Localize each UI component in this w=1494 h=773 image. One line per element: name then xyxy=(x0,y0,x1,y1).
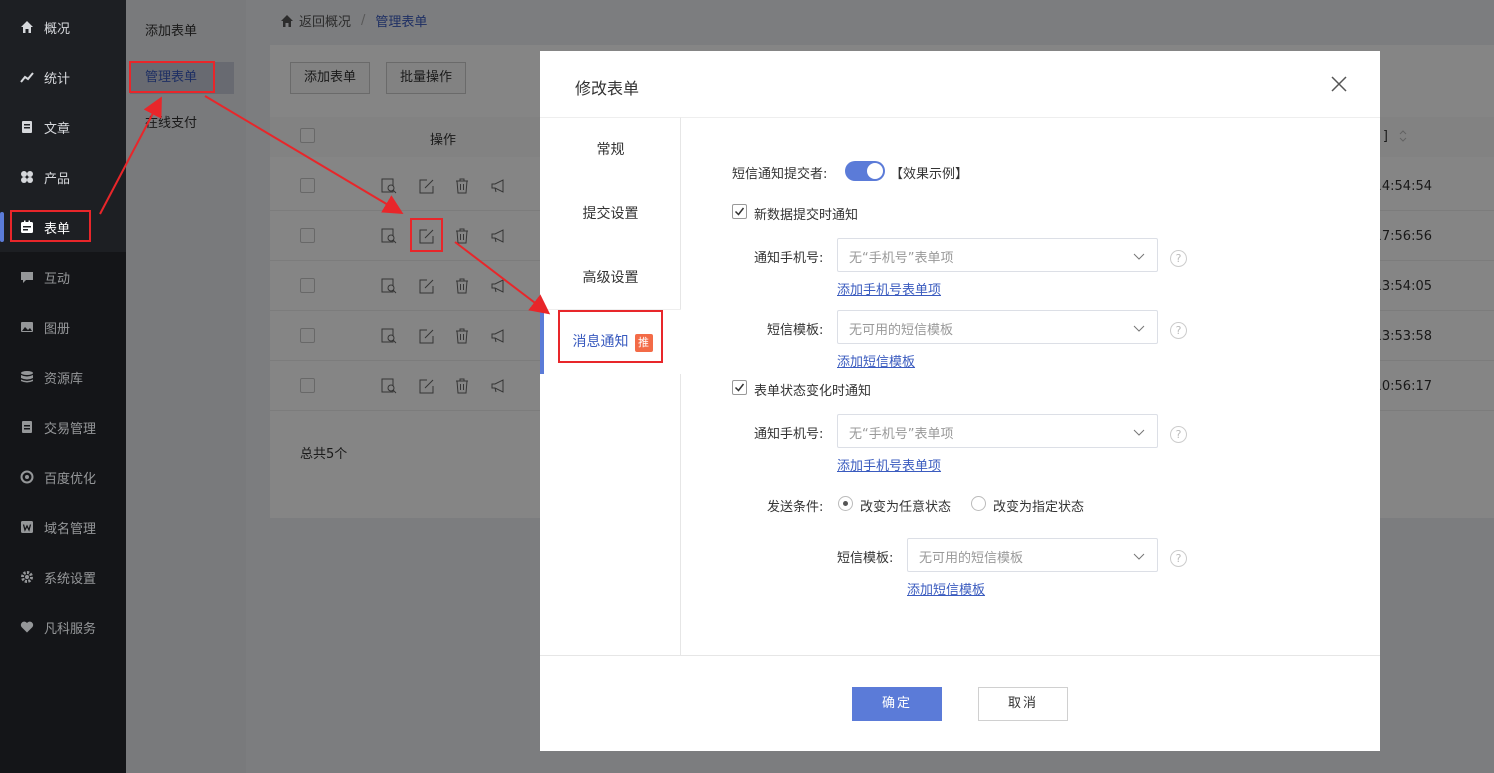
modal-overlay-side[interactable] xyxy=(0,252,126,773)
sidebar-item-label: 文章 xyxy=(44,121,71,137)
tab-submit-settings[interactable]: 提交设置 xyxy=(540,182,681,246)
home-icon xyxy=(20,20,34,34)
radio-specific-status-label[interactable]: 改变为指定状态 xyxy=(993,496,1084,515)
article-icon xyxy=(20,120,34,134)
add-phone-field-link[interactable]: 添加手机号表单项 xyxy=(837,279,941,298)
sms-notify-toggle[interactable] xyxy=(845,161,885,181)
radio-any-status[interactable] xyxy=(838,496,853,511)
sidebar-item-product[interactable]: 产品 xyxy=(0,152,126,202)
add-sms-template-link[interactable]: 添加短信模板 xyxy=(837,351,915,370)
help-icon[interactable]: ? xyxy=(1170,250,1187,267)
phone-select[interactable]: 无“手机号”表单项 xyxy=(837,238,1158,272)
sidebar-item-stats[interactable]: 统计 xyxy=(0,52,126,102)
sidebar-item-label: 统计 xyxy=(44,71,71,87)
phone-label: 通知手机号: xyxy=(754,427,824,442)
send-condition-label: 发送条件: xyxy=(767,500,824,515)
radio-specific-status[interactable] xyxy=(971,496,986,511)
product-icon xyxy=(20,170,34,184)
sidebar-item-article[interactable]: 文章 xyxy=(0,102,126,152)
chevron-down-icon xyxy=(1133,250,1145,262)
phone-select-2[interactable]: 无“手机号”表单项 xyxy=(837,414,1158,448)
select-placeholder: 无“手机号”表单项 xyxy=(849,251,954,266)
annotation-box-edit-icon xyxy=(410,218,443,252)
chart-icon xyxy=(20,70,34,84)
sms-notify-label: 短信通知提交者: xyxy=(732,167,828,182)
add-phone-field-link-2[interactable]: 添加手机号表单项 xyxy=(837,455,941,474)
select-placeholder: 无“手机号”表单项 xyxy=(849,427,954,442)
modal-footer-divider xyxy=(540,655,1380,656)
sms-template-select[interactable]: 无可用的短信模板 xyxy=(837,310,1158,344)
toggle-knob xyxy=(867,163,883,179)
cancel-button[interactable]: 取消 xyxy=(978,687,1068,721)
chevron-down-icon xyxy=(1133,550,1145,562)
phone-label: 通知手机号: xyxy=(754,251,824,266)
edit-form-modal: 修改表单 常规 提交设置 高级设置 消息通知推 短信通知提交者: 【效果示例】 … xyxy=(540,51,1380,751)
annotation-box-message-tab xyxy=(558,310,663,363)
status-change-checkbox[interactable] xyxy=(732,380,747,395)
sms-template-select-2[interactable]: 无可用的短信模板 xyxy=(907,538,1158,572)
help-icon[interactable]: ? xyxy=(1170,426,1187,443)
status-change-label: 表单状态变化时通知 xyxy=(754,384,872,399)
help-icon[interactable]: ? xyxy=(1170,550,1187,567)
new-data-label: 新数据提交时通知 xyxy=(754,208,859,223)
sms-template-label-2: 短信模板: xyxy=(837,551,894,566)
confirm-button[interactable]: 确定 xyxy=(852,687,942,721)
sms-template-label: 短信模板: xyxy=(767,323,824,338)
modal-overlay-sub[interactable] xyxy=(126,0,246,773)
modal-divider xyxy=(681,117,1380,118)
annotation-box-manage-form xyxy=(129,61,215,93)
close-icon[interactable] xyxy=(1328,73,1350,95)
effect-example-link[interactable]: 【效果示例】 xyxy=(890,163,968,182)
select-placeholder: 无可用的短信模板 xyxy=(849,323,954,338)
sidebar-item-label: 产品 xyxy=(44,171,71,187)
chevron-down-icon xyxy=(1133,322,1145,334)
tab-general[interactable]: 常规 xyxy=(540,118,681,182)
sidebar-item-overview[interactable]: 概况 xyxy=(0,2,126,52)
select-placeholder: 无可用的短信模板 xyxy=(919,551,1024,566)
radio-any-status-label[interactable]: 改变为任意状态 xyxy=(860,496,951,515)
add-sms-template-link-2[interactable]: 添加短信模板 xyxy=(907,579,985,598)
modal-title: 修改表单 xyxy=(575,79,640,98)
help-icon[interactable]: ? xyxy=(1170,322,1187,339)
tab-advanced-settings[interactable]: 高级设置 xyxy=(540,246,681,310)
new-data-checkbox[interactable] xyxy=(732,204,747,219)
active-indicator xyxy=(0,212,4,242)
annotation-box-form-menu xyxy=(10,210,91,242)
modal-tabs: 常规 提交设置 高级设置 消息通知推 xyxy=(540,117,681,655)
chevron-down-icon xyxy=(1133,426,1145,438)
sidebar-item-label: 概况 xyxy=(44,21,71,37)
